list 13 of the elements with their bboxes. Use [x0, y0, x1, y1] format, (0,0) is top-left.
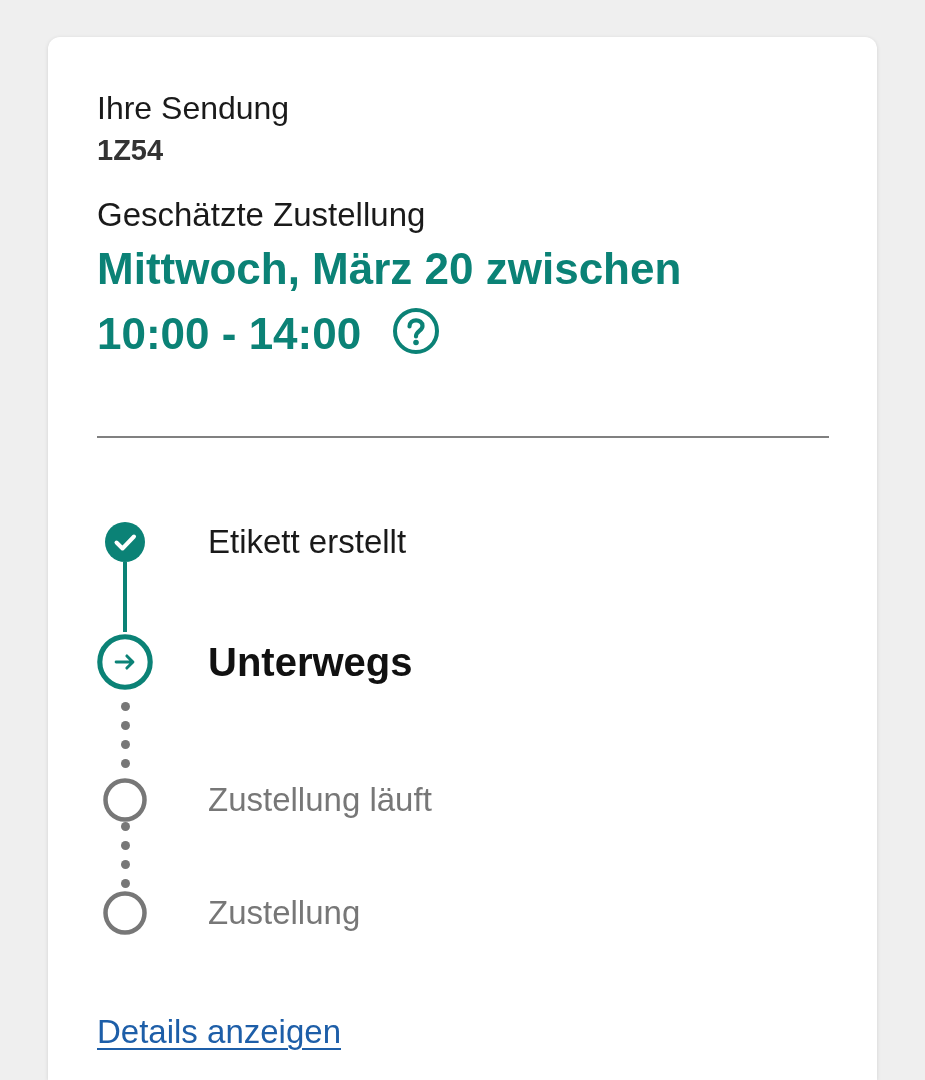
step-label: Etikett erstellt	[208, 523, 407, 561]
delivery-estimate: Mittwoch, März 20 zwischen	[97, 243, 682, 295]
shipment-label: Ihre Sendung	[97, 89, 290, 127]
step-label: Zustellung	[208, 894, 361, 932]
details-link[interactable]: Details anzeigen	[97, 1013, 341, 1051]
delivery-estimate: 10:00 - 14:00	[97, 308, 362, 360]
step-label: Zustellung läuft	[208, 781, 432, 819]
help-icon[interactable]	[393, 307, 440, 354]
dotted-timeline-line	[120, 822, 130, 888]
step-label: Unterwegs	[208, 639, 413, 685]
delivery-label: Geschätzte Zustellung	[97, 196, 426, 234]
dotted-timeline-line	[120, 702, 130, 768]
tracking-number: 1Z54	[97, 134, 164, 166]
